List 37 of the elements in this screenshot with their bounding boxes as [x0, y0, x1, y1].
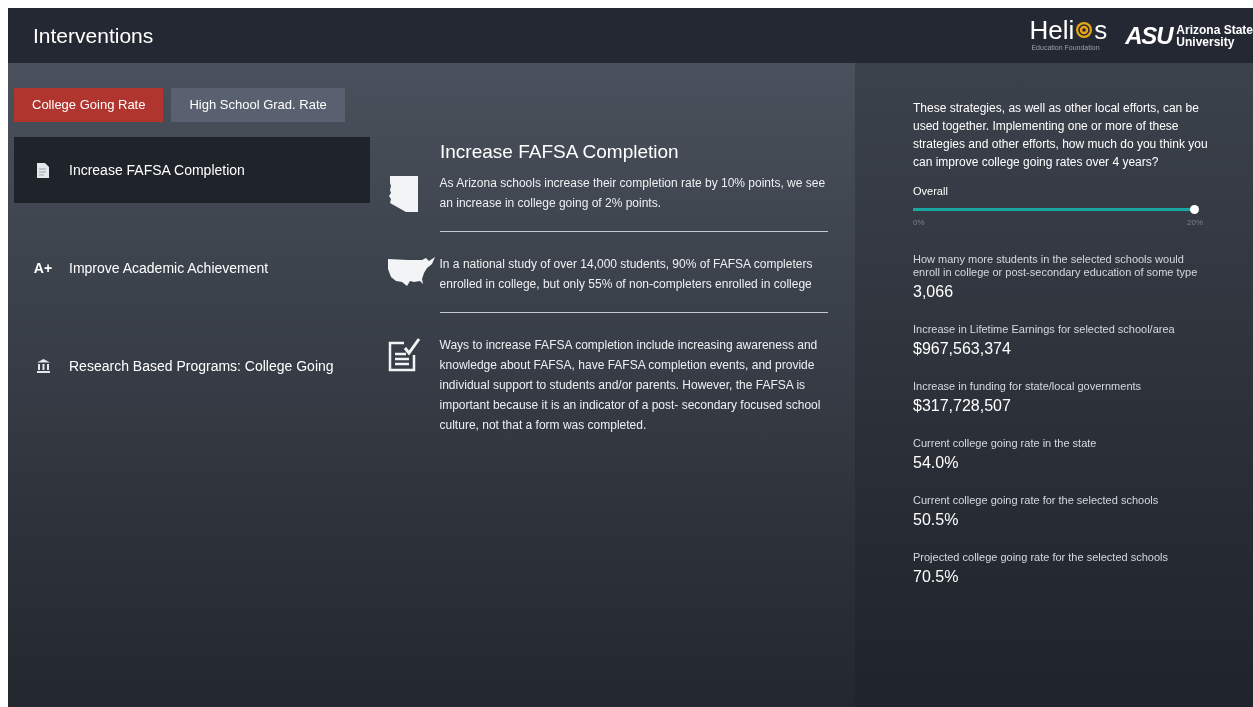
- document-icon: [37, 162, 49, 178]
- intervention-item[interactable]: A+ Improve Academic Achievement: [14, 235, 370, 301]
- checklist-icon: [388, 337, 422, 372]
- metric-value: 3,066: [913, 281, 955, 302]
- fact-text: Ways to increase FAFSA completion include increasing awareness and knowledge about FAFSA, have FAFSA completion events, and provide individual support to students and/or parents. However, the FAFSA is important because it is an indicator of a post- secondary focused school culture, not that a form was completed.: [439, 336, 822, 434]
- detail-title: Increase FAFSA Completion: [440, 140, 680, 164]
- page-title: Interventions: [33, 22, 154, 49]
- logo-mark: ASU: [1125, 23, 1173, 48]
- metric-value: 70.5%: [913, 566, 960, 587]
- grade-icon: A+: [33, 261, 53, 275]
- logo-text: Arizona State: [1176, 23, 1253, 36]
- spiral-icon: [1075, 21, 1094, 40]
- tab[interactable]: College Going Rate: [14, 88, 164, 122]
- metric-value: 50.5%: [913, 509, 960, 530]
- metric-label: Current college going rate for the selected schools: [913, 493, 1160, 507]
- logo-text: Heli: [1029, 17, 1075, 44]
- metric-label: How many more students in the selected schools would enroll in college or post-secondary education of some type: [913, 252, 1199, 279]
- intervention-item[interactable]: Research Based Programs: College Going: [14, 333, 370, 399]
- slider-label: Overall: [913, 184, 949, 199]
- metric-label: Increase in Lifetime Earnings for selected school/area: [913, 322, 1176, 336]
- intervention-item[interactable]: Increase FAFSA Completion: [14, 137, 370, 203]
- state-map-icon: [388, 175, 418, 212]
- results-intro: These strategies, as well as other local efforts, can be used together. Implementing one or more of these strategies and other efforts, how much do you think you can improve college going rates over 4 years?: [913, 100, 1209, 171]
- tab[interactable]: High School Grad. Rate: [171, 88, 345, 122]
- country-map-icon: [388, 256, 436, 287]
- logo-tagline: University: [1176, 35, 1236, 48]
- metric-label: Projected college going rate for the selected schools: [913, 550, 1169, 564]
- fact-text: As Arizona schools increase their completion rate by 10% points, we see an increase in college going of 2% points.: [439, 174, 827, 212]
- logo-text: s: [1094, 17, 1108, 44]
- bank-icon: [36, 359, 50, 373]
- fact-text: In a national study of over 14,000 students, 90% of FAFSA completers enrolled in college, but only 55% of non-completers enrolled in college: [439, 255, 814, 293]
- slider-thumb[interactable]: [1190, 204, 1199, 214]
- metric-value: $967,563,374: [913, 338, 1012, 359]
- metric-label: Current college going rate in the state: [913, 436, 1098, 450]
- metric-label: Increase in funding for state/local governments: [913, 379, 1143, 393]
- metric-value: $317,728,507: [913, 395, 1012, 416]
- metric-value: 54.0%: [913, 452, 960, 473]
